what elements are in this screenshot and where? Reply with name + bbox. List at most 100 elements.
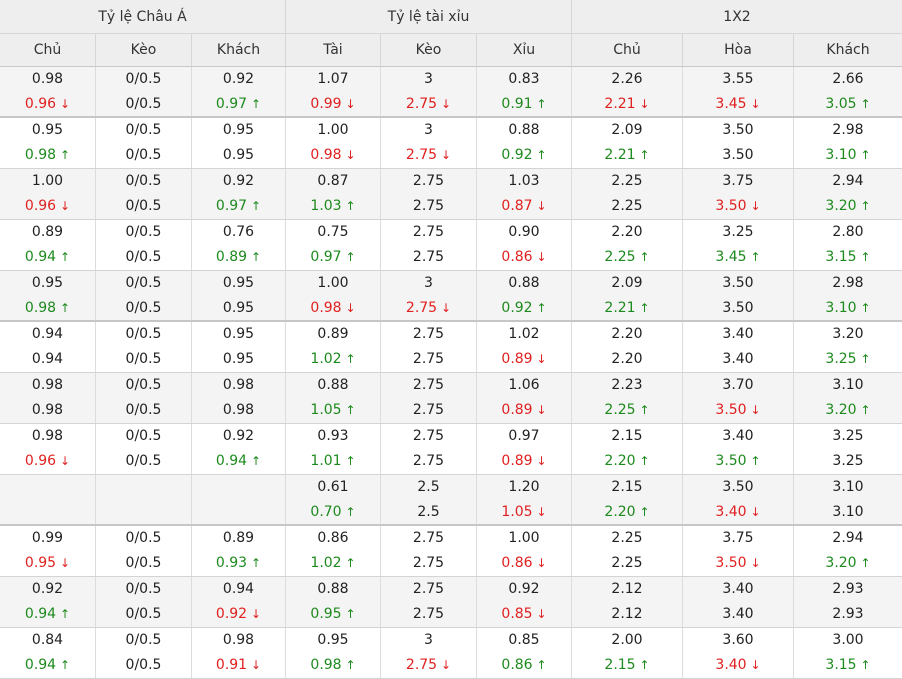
odds-value: 1.07 — [317, 70, 349, 87]
odds-value: 0.95 — [31, 122, 64, 138]
odds-value: 1.02 — [310, 555, 342, 571]
odds-value: 2.20 — [604, 503, 636, 520]
odds-value: 0/0.5 — [125, 95, 162, 112]
opening-odds: 1.06 — [508, 373, 539, 398]
odds-value: 0.95 — [31, 274, 64, 291]
opening-odds: 2.15 — [611, 424, 642, 449]
odds-value: 3.50 — [715, 453, 747, 469]
odds-value: 0.88 — [317, 581, 349, 597]
opening-odds: 0.94 — [223, 577, 254, 602]
current-odds: 0.85 ↓ — [501, 602, 546, 627]
opening-odds: 2.09 — [611, 271, 642, 296]
arrow-down-icon: ↓ — [750, 96, 761, 111]
odds-cell: 0.97 0.89 ↓ — [477, 424, 572, 474]
opening-odds: 2.94 — [832, 526, 863, 551]
current-odds: 3.10 ↑ — [825, 143, 870, 168]
opening-odds: 0.76 — [223, 220, 254, 245]
odds-cell: 3 2.75 ↓ — [381, 271, 477, 320]
opening-odds: 1.00 — [32, 169, 63, 194]
odds-cell: 1.00 0.86 ↓ — [477, 526, 572, 576]
arrow-up-icon: ↑ — [536, 148, 547, 162]
arrow-down-icon: ↓ — [536, 352, 547, 366]
opening-odds: 0.93 — [317, 424, 348, 449]
odds-cell: 0.84 0.94 ↑ — [0, 628, 96, 678]
opening-odds: 0.94 — [32, 322, 63, 347]
odds-value: 0.97 — [215, 95, 248, 112]
odds-cell: 0.92 0.94 ↑ — [0, 577, 96, 627]
odds-value: 0.95 — [222, 326, 255, 342]
odds-value: 2.12 — [611, 606, 643, 622]
odds-value: 0.97 — [215, 198, 248, 214]
arrow-up-icon: ↑ — [750, 250, 761, 264]
arrow-up-icon: ↑ — [60, 250, 71, 264]
current-odds: 0.94 ↑ — [216, 449, 261, 474]
odds-cell: 0/0.5 0/0.5 — [96, 67, 192, 116]
opening-odds: 0/0.5 — [126, 67, 162, 92]
odds-value: 3.25 — [832, 428, 864, 444]
odds-value: 2.21 — [604, 95, 636, 112]
opening-odds: 0.88 — [508, 118, 539, 143]
arrow-down-icon: ↓ — [60, 454, 71, 468]
odds-value: 2.75 — [412, 173, 445, 189]
current-odds: 0/0.5 — [126, 653, 162, 678]
current-odds: 2.25 — [611, 194, 642, 219]
opening-odds: 2.75 — [413, 322, 444, 347]
odds-cell: 3.50 3.40 ↓ — [683, 475, 794, 524]
odds-value: 0.92 — [222, 428, 255, 444]
current-odds: 0/0.5 — [126, 296, 162, 321]
odds-value: 2.75 — [412, 377, 445, 393]
table-row: 0.98 0.98 0/0.5 0/0.5 0.98 0.98 0.88 1.05 ↑ 2.75 2… — [0, 373, 902, 424]
odds-value: 0.99 — [310, 95, 342, 112]
current-odds: 0.98 — [32, 398, 63, 423]
odds-cell: 0/0.5 0/0.5 — [96, 373, 192, 423]
arrow-up-icon: ↑ — [639, 658, 650, 672]
opening-odds: 0.98 — [32, 373, 63, 398]
opening-odds: 3 — [424, 67, 433, 92]
current-odds: 0.95 ↑ — [310, 602, 355, 627]
opening-odds: 0.95 — [32, 118, 63, 143]
arrow-up-icon: ↑ — [345, 250, 356, 264]
arrow-up-icon: ↑ — [860, 300, 871, 315]
odds-value: 0.95 — [222, 351, 255, 367]
odds-value: 3.50 — [722, 299, 754, 316]
odds-cell: 3.00 3.15 ↑ — [794, 628, 902, 678]
odds-value: 0.92 — [215, 606, 248, 622]
odds-cell: 3.40 3.50 ↑ — [683, 424, 794, 474]
current-odds: 1.01 ↑ — [310, 449, 355, 474]
odds-cell: 0.95 0.98 ↑ — [286, 628, 381, 678]
current-odds: 0.94 — [32, 347, 63, 372]
table-row: 0.95 0.98 ↑ 0/0.5 0/0.5 0.95 0.95 1.00 0.98 ↓ 3 2.7… — [0, 118, 902, 169]
odds-value: 3.10 — [825, 299, 857, 316]
current-odds: 2.25 — [611, 551, 642, 576]
opening-odds: 1.07 — [317, 67, 348, 92]
odds-cell: 3.50 3.50 — [683, 118, 794, 168]
table-row: 0.98 0.96 ↓ 0/0.5 0/0.5 0.92 0.97 ↑ 1.07 0.99 ↓ 3 2.… — [0, 67, 902, 118]
opening-odds: 2.23 — [611, 373, 642, 398]
odds-value: 0/0.5 — [125, 657, 162, 673]
odds-value: 0.94 — [31, 326, 64, 342]
odds-value: 1.00 — [31, 173, 64, 189]
col-header-1x2-away: Khách — [826, 42, 870, 58]
arrow-up-icon: ↑ — [251, 454, 262, 468]
odds-cell: 2.75 2.75 — [381, 169, 477, 219]
current-odds: 3.50 ↑ — [715, 449, 760, 474]
odds-value: 0.86 — [501, 657, 533, 673]
odds-rows: 0.98 0.96 ↓ 0/0.5 0/0.5 0.92 0.97 ↑ 1.07 0.99 ↓ 3 2.… — [0, 67, 902, 679]
opening-odds: 0.95 — [32, 271, 63, 296]
odds-cell: 0.86 1.02 ↑ — [286, 526, 381, 576]
odds-value: 0.89 — [222, 530, 255, 546]
odds-value: 0.92 — [501, 147, 533, 163]
current-odds: 0.91 ↓ — [216, 653, 261, 678]
current-odds: 2.75 — [413, 245, 444, 270]
odds-cell: 2.15 2.20 ↑ — [572, 424, 683, 474]
odds-value: 2.75 — [412, 606, 445, 622]
opening-odds: 0/0.5 — [126, 373, 162, 398]
odds-value: 0.94 — [24, 606, 57, 622]
odds-value: 0.94 — [222, 581, 255, 597]
odds-cell: 3.40 3.40 — [683, 322, 794, 372]
odds-value: 0.75 — [317, 224, 349, 240]
odds-value: 2.21 — [604, 147, 636, 163]
odds-cell: 0/0.5 0/0.5 — [96, 322, 192, 372]
current-odds: 0.89 ↓ — [501, 449, 546, 474]
opening-odds: 0.92 — [223, 67, 254, 92]
